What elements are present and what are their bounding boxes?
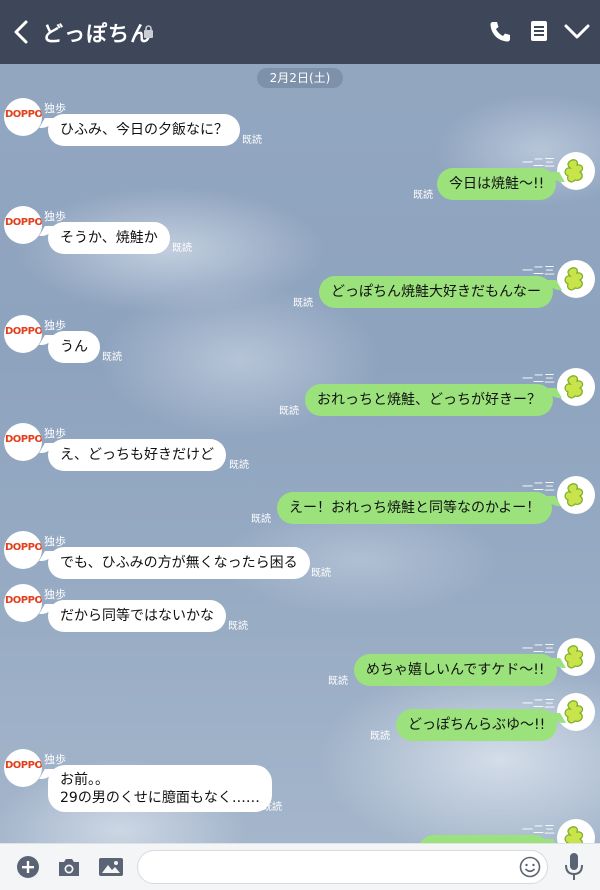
avatar[interactable] (557, 368, 595, 406)
avatar[interactable]: DOPPO (4, 423, 42, 461)
leaf-avatar-icon (564, 645, 584, 669)
notes-icon[interactable] (530, 20, 548, 42)
chat-header: どっぽちん (0, 0, 600, 64)
read-receipt: 既読 (172, 243, 192, 254)
read-receipt: 既読 (279, 406, 299, 417)
camera-icon[interactable] (57, 856, 81, 878)
message-bubble[interactable]: めちゃ嬉しいんですケド〜!! (354, 654, 557, 686)
lock-icon (144, 25, 153, 38)
message-bubble[interactable]: え、どっちも好きだけど (48, 439, 226, 471)
message-bubble[interactable]: おれっちと焼鮭、どっちが好きー？ (305, 384, 553, 416)
avatar[interactable]: DOPPO (4, 98, 42, 136)
message-bubble[interactable]: えー！おれっち焼鮭と同等なのかよー！ (277, 492, 553, 524)
leaf-avatar-icon (564, 159, 584, 183)
message-bubble[interactable]: 今日は焼鮭〜!! (437, 168, 557, 200)
avatar[interactable]: DOPPO (4, 206, 42, 244)
avatar-logo-text: DOPPO (5, 542, 42, 553)
read-receipt: 既読 (413, 190, 433, 201)
avatar[interactable]: DOPPO (4, 531, 42, 569)
read-receipt: 既読 (229, 460, 249, 471)
read-receipt: 既読 (293, 298, 313, 309)
read-receipt: 既読 (370, 731, 390, 742)
read-receipt: 既読 (328, 676, 348, 687)
avatar-logo-text: DOPPO (5, 760, 42, 771)
avatar-logo-text: DOPPO (5, 326, 42, 337)
avatar[interactable] (557, 476, 595, 514)
message-bubble[interactable]: どっぽちんらぶゆ〜!! (396, 709, 558, 741)
date-separator: 2月2日(土) (257, 68, 343, 88)
leaf-avatar-icon (564, 700, 584, 724)
read-receipt: 既読 (228, 621, 248, 632)
avatar[interactable]: DOPPO (4, 584, 42, 622)
avatar-logo-text: DOPPO (5, 109, 42, 120)
avatar[interactable] (557, 260, 595, 298)
plus-icon[interactable] (16, 855, 40, 879)
leaf-avatar-icon (564, 375, 584, 399)
leaf-avatar-icon (564, 483, 584, 507)
avatar-logo-text: DOPPO (5, 434, 42, 445)
avatar-logo-text: DOPPO (5, 217, 42, 228)
avatar[interactable] (557, 638, 595, 676)
avatar[interactable]: DOPPO (4, 749, 42, 787)
message-bubble[interactable]: そうか、焼鮭か (48, 222, 170, 254)
read-receipt: 既読 (262, 802, 282, 813)
image-icon[interactable] (98, 856, 124, 878)
leaf-avatar-icon (564, 267, 584, 291)
read-receipt: 既読 (242, 135, 262, 146)
message-bubble[interactable]: どっぽちん焼鮭大好きだもんなー (319, 276, 553, 308)
avatar[interactable]: DOPPO (4, 315, 42, 353)
chevron-down-icon[interactable] (563, 23, 591, 41)
message-input[interactable] (137, 850, 548, 884)
message-bubble[interactable]: だから同等ではないかな (48, 600, 226, 632)
avatar-logo-text: DOPPO (5, 595, 42, 606)
phone-icon[interactable] (488, 20, 512, 44)
back-icon[interactable] (12, 19, 30, 45)
message-bubble[interactable]: うん (48, 331, 100, 363)
message-bubble[interactable]: お前。。 29の男のくせに臆面もなく…… (48, 765, 272, 812)
message-bubble[interactable]: でも、ひふみの方が無くなったら困る (48, 547, 310, 579)
chat-title[interactable]: どっぽちん (42, 18, 152, 48)
microphone-icon[interactable] (563, 852, 585, 882)
emoji-icon[interactable] (519, 856, 541, 878)
read-receipt: 既読 (102, 352, 122, 363)
read-receipt: 既読 (311, 568, 331, 579)
read-receipt: 既読 (251, 514, 271, 525)
avatar[interactable] (557, 152, 595, 190)
input-bar (0, 843, 600, 890)
avatar[interactable] (557, 693, 595, 731)
message-bubble[interactable]: ひふみ、今日の夕飯なに？ (48, 114, 240, 146)
